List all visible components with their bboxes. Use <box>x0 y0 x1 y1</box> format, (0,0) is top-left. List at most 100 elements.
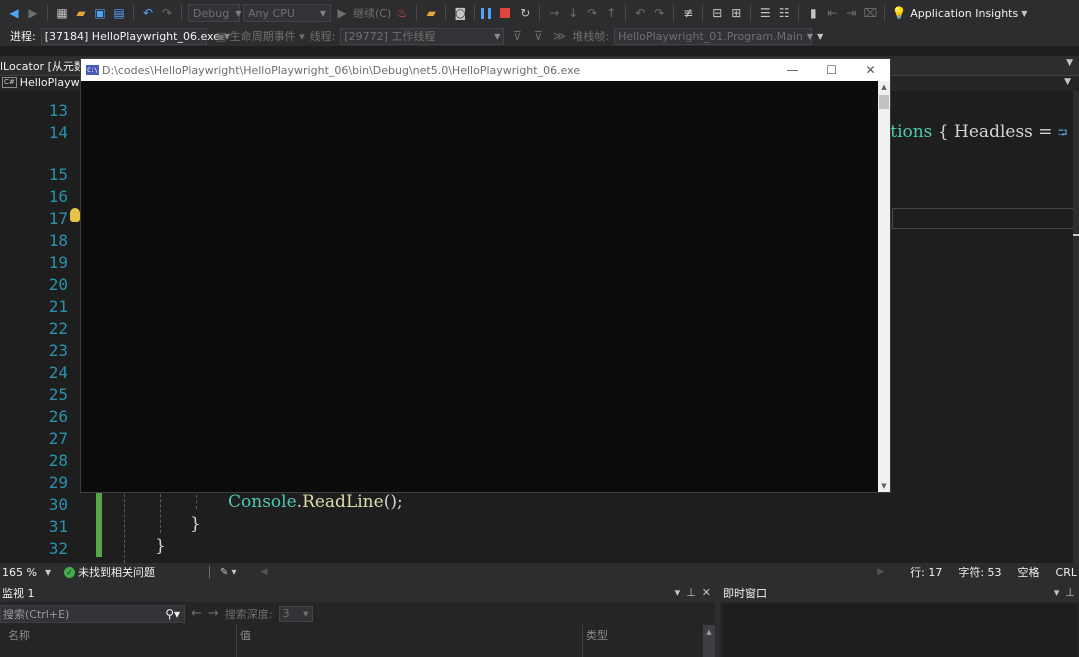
solution-config-value: Debug <box>193 6 230 20</box>
save-icon[interactable]: ▣ <box>92 5 108 21</box>
chevron-down-icon: ▼ <box>806 31 814 41</box>
new-project-icon[interactable]: ▦ <box>54 5 70 21</box>
panel-menu-icon[interactable]: ▾ <box>675 586 681 599</box>
toolbar-overflow-icon[interactable]: ▼ <box>817 32 823 41</box>
flag-threads-icon[interactable]: ⊞ <box>728 5 744 21</box>
scroll-up-icon[interactable]: ▲ <box>706 628 711 657</box>
lightbulb-icon[interactable] <box>70 208 80 222</box>
search-icon[interactable]: ⚲▾ <box>165 607 180 621</box>
app-insights-button[interactable]: Application Insights <box>910 7 1018 20</box>
break-all-icon[interactable] <box>481 7 492 19</box>
scroll-up-icon[interactable]: ▲ <box>878 81 890 93</box>
column-divider[interactable] <box>582 625 583 657</box>
next-bookmark-icon[interactable]: ⇥ <box>843 5 859 21</box>
scrollbar-thumb[interactable] <box>879 95 889 109</box>
thread-filter-icon[interactable]: ≢ <box>680 5 696 21</box>
clear-bookmarks-icon[interactable]: ⌧ <box>862 5 878 21</box>
search-back-icon[interactable]: ← <box>191 606 202 621</box>
char-indicator[interactable]: 字符: 53 <box>958 564 1001 580</box>
flag-filter-icon[interactable]: ⊽ <box>530 28 546 44</box>
continue-button[interactable]: 继续(C) <box>353 5 391 21</box>
console-app-icon: C:\ <box>86 65 99 75</box>
whitespace-indicator[interactable]: 空格 <box>1018 564 1040 580</box>
issues-indicator[interactable]: ✓ 未找到相关问题 <box>64 564 199 580</box>
process-value: [37184] HelloPlaywright_06.exe <box>44 29 220 43</box>
panel-menu-icon[interactable]: ▾ <box>1054 586 1060 599</box>
console-window[interactable]: C:\ D:\codes\HelloPlaywright\HelloPlaywr… <box>80 58 891 493</box>
chevron-down-icon: ▼ <box>319 8 326 18</box>
stackframe-select[interactable]: HelloPlaywright_01.Program.Main ▼ <box>614 27 814 45</box>
pin-icon[interactable]: ⊥ <box>686 586 696 599</box>
lightbulb-icon: 💡 <box>891 6 907 20</box>
watch-search-input[interactable]: 搜索(Ctrl+E) ⚲▾ <box>0 604 185 623</box>
column-type[interactable]: 类型 <box>586 627 608 643</box>
close-button[interactable]: ✕ <box>851 59 890 81</box>
search-depth-select[interactable]: 3 ▼ <box>278 605 313 622</box>
save-all-icon[interactable]: ▤ <box>111 5 127 21</box>
console-scrollbar[interactable]: ▲ ▼ <box>878 81 890 492</box>
scroll-right-icon[interactable]: ▶ <box>877 567 884 577</box>
continue-icon[interactable]: ▶ <box>334 5 350 21</box>
chevron-down-icon[interactable]: ▼ <box>1021 9 1027 18</box>
indent-guide <box>124 489 125 563</box>
zoom-select[interactable]: 165 % ▼ <box>2 566 64 579</box>
filter-icon[interactable]: ⊽ <box>509 28 525 44</box>
hot-reload-icon[interactable]: ♨ <box>394 5 410 21</box>
stop-debugging-icon[interactable] <box>500 8 511 18</box>
line-number: 32 <box>48 539 68 558</box>
uncomment-icon[interactable]: ☷ <box>776 5 792 21</box>
open-file-icon[interactable]: ▰ <box>73 5 89 21</box>
chevron-down-icon[interactable]: ▼ <box>1064 77 1071 87</box>
step-forward-icon[interactable]: ↷ <box>651 5 667 21</box>
column-divider[interactable] <box>236 625 237 657</box>
redo-icon[interactable]: ↷ <box>159 5 175 21</box>
collapse-icon[interactable]: ≫ <box>551 28 567 44</box>
watch-panel-title[interactable]: 监视 1 <box>2 585 35 601</box>
solution-config-select[interactable]: Debug ▼ <box>188 4 241 22</box>
browse-folder-icon[interactable]: ▰ <box>423 5 439 21</box>
console-titlebar[interactable]: C:\ D:\codes\HelloPlaywright\HelloPlaywr… <box>81 59 890 81</box>
pin-icon[interactable]: ⊥ <box>1065 586 1075 599</box>
navigate-back-icon[interactable]: ◀ <box>6 5 22 21</box>
comment-icon[interactable]: ☰ <box>757 5 773 21</box>
stackframe-label: 堆栈帧: <box>572 30 610 43</box>
code-cleanup-icon[interactable]: ✎ ▾ <box>220 567 237 578</box>
document-tab-locator[interactable]: lLocator [从元数 <box>0 58 85 74</box>
step-back-icon[interactable]: ↶ <box>632 5 648 21</box>
platform-select[interactable]: Any CPU ▼ <box>243 4 331 22</box>
step-out-icon[interactable]: ↑ <box>603 5 619 21</box>
tab-overflow-icon[interactable]: ▼ <box>1066 58 1073 68</box>
restart-icon[interactable]: ↻ <box>517 5 533 21</box>
watch-scrollbar[interactable]: ▲ <box>703 625 715 657</box>
watch-column-header: 名称 值 类型 <box>0 625 703 642</box>
scroll-left-icon[interactable]: ◀ <box>261 567 268 577</box>
process-label: 进程: <box>10 30 36 43</box>
immediate-input[interactable] <box>722 604 1077 657</box>
process-select[interactable]: [37184] HelloPlaywright_06.exe ▼ <box>40 27 230 45</box>
minimize-button[interactable]: — <box>773 59 812 81</box>
bookmark-icon[interactable]: ▮ <box>805 5 821 21</box>
maximize-button[interactable]: ☐ <box>812 59 851 81</box>
step-over-icon[interactable]: ↷ <box>584 5 600 21</box>
undo-icon[interactable]: ↶ <box>140 5 156 21</box>
step-into-icon[interactable]: ↓ <box>565 5 581 21</box>
lifecycle-events-button[interactable]: ▣ 生命周期事件 ▾ <box>216 28 305 44</box>
show-next-statement-icon[interactable]: → <box>546 5 562 21</box>
column-value[interactable]: 值 <box>240 627 251 643</box>
close-icon[interactable]: ✕ <box>702 586 711 599</box>
column-name[interactable]: 名称 <box>8 627 30 643</box>
line-ending-indicator[interactable]: CRL <box>1056 566 1077 579</box>
line-number: 26 <box>48 407 68 426</box>
console-output[interactable] <box>81 81 878 492</box>
watch-panel-controls: ▾ ⊥ ✕ <box>675 583 711 602</box>
navigate-forward-icon[interactable]: ▶ <box>25 5 41 21</box>
scroll-down-icon[interactable]: ▼ <box>878 480 890 492</box>
screenshot-icon[interactable]: ◙ <box>452 5 468 21</box>
line-indicator[interactable]: 行: 17 <box>910 564 942 580</box>
immediate-window-title[interactable]: 即时窗口 <box>723 585 767 601</box>
thread-select[interactable]: [29772] 工作线程 ▼ <box>340 27 505 45</box>
search-forward-icon[interactable]: → <box>208 606 219 621</box>
editor-scrollbar[interactable] <box>1073 91 1079 563</box>
prev-bookmark-icon[interactable]: ⇤ <box>824 5 840 21</box>
show-threads-icon[interactable]: ⊟ <box>709 5 725 21</box>
